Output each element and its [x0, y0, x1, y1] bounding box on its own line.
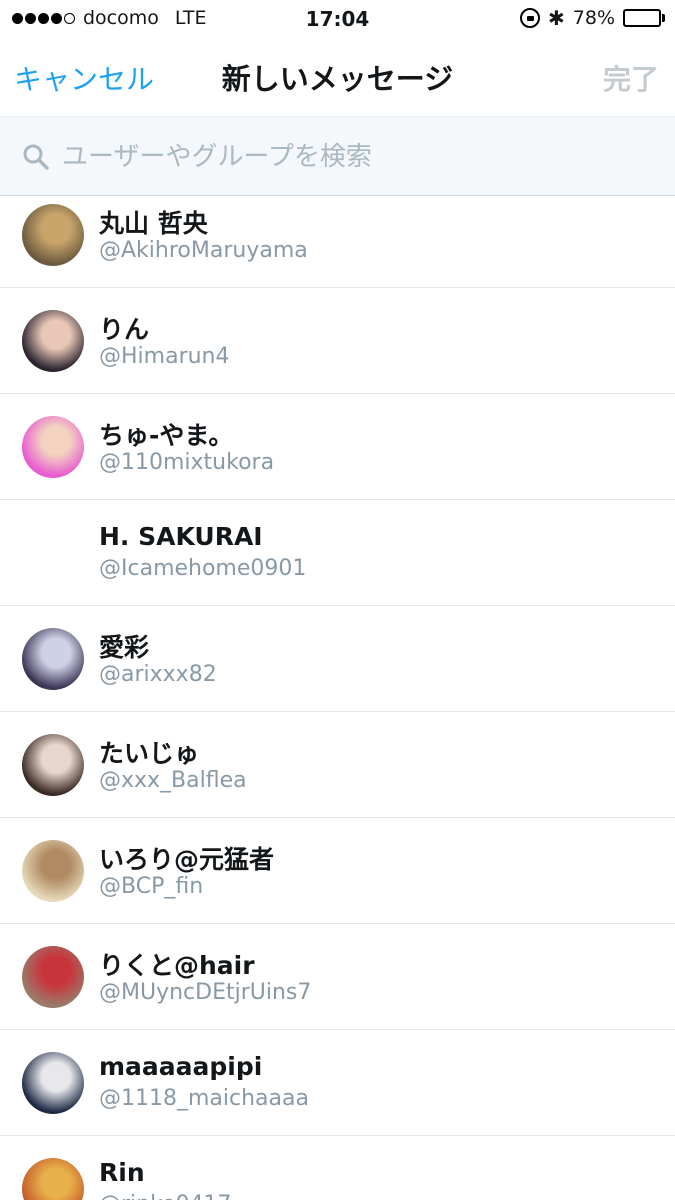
user-handle: @xxx_Balflea [99, 768, 247, 793]
user-row[interactable]: H. SAKURAI @Icamehome0901 [0, 500, 675, 606]
user-display-name: 愛彩 [99, 633, 150, 662]
user-row[interactable]: ちゅ-やま。 @110mixtukora [0, 394, 675, 500]
avatar [22, 204, 84, 266]
search-bar [0, 116, 675, 196]
user-row[interactable]: いろり@元猛者 @BCP_fin [0, 818, 675, 924]
user-handle: @arixxx82 [99, 662, 217, 687]
avatar [22, 840, 84, 902]
avatar [22, 734, 84, 796]
user-display-name: りん [99, 315, 150, 344]
user-display-name: 丸山 哲央 [99, 209, 208, 238]
user-display-name: ちゅ-やま。 [99, 421, 234, 450]
user-display-name: Rin [99, 1158, 145, 1187]
user-handle: @1118_maichaaaa [99, 1086, 309, 1111]
user-row[interactable]: 丸山 哲央 @AkihroMaruyama [0, 196, 675, 288]
status-right: ✱ 78% [520, 7, 665, 29]
user-display-name: りくと@hair [99, 951, 255, 980]
cancel-button[interactable]: キャンセル [14, 58, 154, 98]
user-display-name: たいじゅ [99, 739, 200, 768]
user-row[interactable]: たいじゅ @xxx_Balflea [0, 712, 675, 818]
search-icon [23, 144, 49, 170]
avatar [22, 946, 84, 1008]
user-handle: @110mixtukora [99, 450, 275, 475]
user-row[interactable]: りん @Himarun4 [0, 288, 675, 394]
user-handle: @MUyncDEtjrUins7 [99, 980, 312, 1005]
user-handle: @AkihroMaruyama [99, 238, 308, 263]
done-button[interactable]: 完了 [603, 58, 659, 98]
bluetooth-icon: ✱ [548, 6, 565, 30]
search-input[interactable] [62, 135, 642, 179]
status-bar: docomo LTE 17:04 ✱ 78% [0, 0, 675, 38]
user-handle: @Himarun4 [99, 344, 230, 369]
avatar [22, 310, 84, 372]
user-display-name: いろり@元猛者 [99, 845, 275, 874]
battery-percent: 78% [572, 7, 615, 29]
user-list: 丸山 哲央 @AkihroMaruyama りん @Himarun4 ちゅ-やま。 @11… [0, 196, 675, 1200]
user-handle: @rinko0417 [99, 1192, 232, 1200]
user-handle: @Icamehome0901 [99, 556, 307, 581]
user-row[interactable]: りくと@hair @MUyncDEtjrUins7 [0, 924, 675, 1030]
avatar [22, 416, 84, 478]
user-handle: @BCP_fin [99, 874, 204, 899]
user-row[interactable]: maaaaapipi @1118_maichaaaa [0, 1030, 675, 1136]
avatar [22, 1158, 84, 1200]
user-row[interactable]: 愛彩 @arixxx82 [0, 606, 675, 712]
orientation-lock-icon [520, 8, 540, 28]
user-row[interactable]: Rin @rinko0417 [0, 1136, 675, 1200]
battery-icon [623, 9, 665, 27]
user-display-name: maaaaapipi [99, 1052, 263, 1081]
avatar [22, 628, 84, 690]
avatar [22, 1052, 84, 1114]
user-display-name: H. SAKURAI [99, 522, 263, 551]
nav-bar: キャンセル 新しいメッセージ 完了 [0, 38, 675, 116]
avatar [22, 522, 84, 584]
